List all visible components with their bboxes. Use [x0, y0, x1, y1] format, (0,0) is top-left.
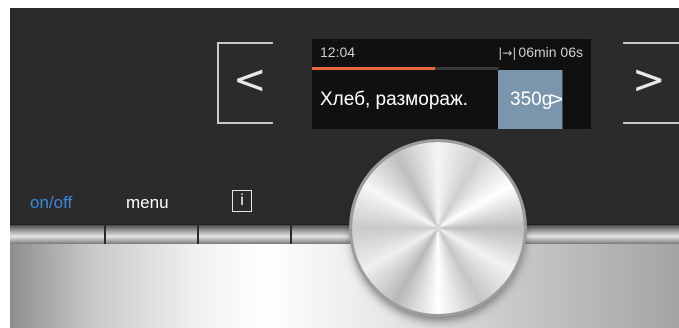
clock-time: 12:04	[320, 44, 356, 60]
oven-control-panel: < 12:04 |→| 06min 06s Хлеб, разморaж. 350…	[10, 8, 679, 328]
weight-value: 350g	[510, 89, 553, 110]
timer-icon: |→|	[498, 46, 517, 60]
touch-strip	[10, 224, 679, 244]
previous-arrow-button[interactable]: <	[233, 60, 267, 100]
strip-divider	[290, 224, 292, 244]
menu-button[interactable]: menu	[126, 193, 169, 213]
program-name: Хлеб, разморaж.	[320, 89, 468, 110]
progress-fill	[312, 67, 435, 70]
info-button[interactable]: i	[232, 190, 252, 212]
weight-separator	[562, 70, 563, 129]
stainless-front	[10, 244, 679, 328]
strip-divider	[104, 224, 106, 244]
timer-value: 06min 06s	[518, 44, 583, 60]
progress-track	[312, 67, 498, 70]
on-off-button[interactable]: on/off	[30, 193, 72, 213]
control-knob[interactable]	[352, 142, 524, 314]
weight-setting[interactable]: 350g >	[498, 70, 565, 129]
next-arrow-button[interactable]: >	[632, 60, 666, 100]
oven-display: 12:04 |→| 06min 06s Хлеб, разморaж. 350g …	[312, 39, 591, 129]
knob-hub	[434, 224, 442, 232]
timer-readout: |→| 06min 06s	[498, 44, 583, 60]
strip-divider	[197, 224, 199, 244]
